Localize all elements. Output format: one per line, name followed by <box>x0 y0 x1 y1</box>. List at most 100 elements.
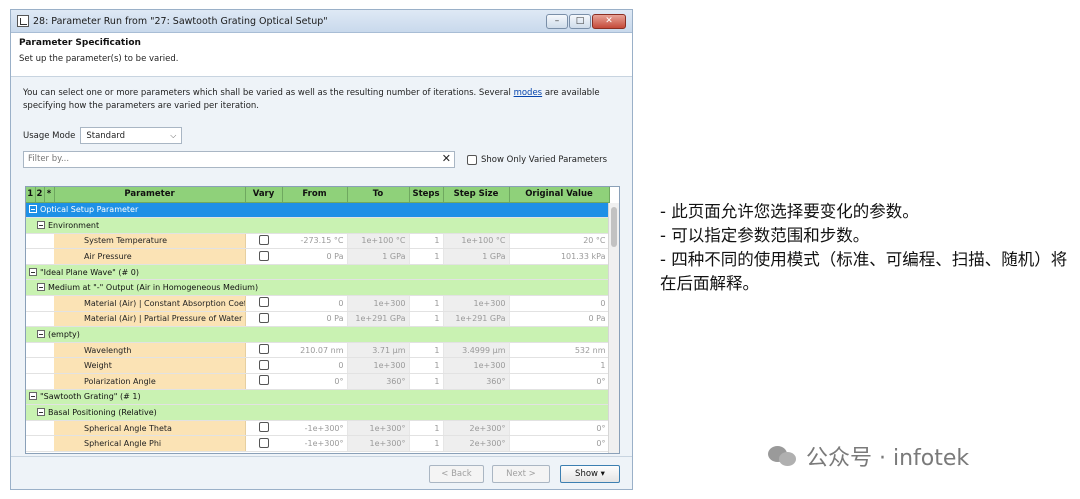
col-header-from[interactable]: From <box>282 187 348 203</box>
group-cell[interactable]: (empty) <box>26 326 609 343</box>
maximize-button[interactable]: □ <box>569 14 591 29</box>
collapse-icon[interactable] <box>37 283 45 292</box>
table-row[interactable]: Weight 0 1e+300 1 1e+300 1 <box>26 357 610 375</box>
back-button[interactable]: < Back <box>429 465 484 483</box>
table-group-row[interactable]: Basal Positioning (Relative) <box>26 404 609 421</box>
steps-value[interactable]: 1 <box>409 435 444 452</box>
to-value[interactable]: 1 GPa <box>347 248 410 265</box>
step-size-value[interactable]: 3.4999 µm <box>443 342 510 359</box>
col-header-star[interactable]: * <box>44 187 55 203</box>
modes-link[interactable]: modes <box>514 88 543 98</box>
next-button[interactable]: Next > <box>492 465 550 483</box>
step-size-value[interactable]: 360° <box>443 373 510 390</box>
col-header-parameter[interactable]: Parameter <box>54 187 246 203</box>
vary-checkbox[interactable] <box>258 344 269 355</box>
close-button[interactable]: ✕ <box>592 14 626 29</box>
vary-cell[interactable] <box>245 373 282 390</box>
vary-cell[interactable] <box>245 435 282 452</box>
collapse-icon[interactable] <box>29 205 37 214</box>
from-value[interactable]: -273.15 °C <box>282 233 348 250</box>
collapse-icon[interactable] <box>37 330 45 339</box>
steps-value[interactable]: 1 <box>409 357 444 375</box>
step-size-value[interactable]: 1 GPa <box>443 248 510 265</box>
from-value[interactable]: 0 Pa <box>282 311 348 328</box>
vary-cell[interactable] <box>245 420 282 437</box>
collapse-icon[interactable] <box>29 267 37 276</box>
group-cell[interactable]: Basal Positioning (Relative) <box>26 404 609 421</box>
table-row[interactable]: Wavelength 210.07 nm 3.71 µm 1 3.4999 µm 532 … <box>26 342 610 359</box>
checkbox-icon[interactable] <box>467 154 477 165</box>
table-row-selected[interactable]: Optical Setup Parameter <box>26 202 609 219</box>
steps-value[interactable]: 1 <box>409 295 444 312</box>
to-value[interactable]: 1e+300° <box>347 420 410 437</box>
steps-value[interactable]: 1 <box>409 311 444 328</box>
from-value[interactable]: 0 <box>282 357 348 375</box>
col-header-to[interactable]: To <box>347 187 410 203</box>
group-cell[interactable]: "Sawtooth Grating" (# 1) <box>26 389 609 406</box>
step-size-value[interactable]: 2e+300° <box>443 420 510 437</box>
group-cell[interactable]: "Ideal Plane Wave" (# 0) <box>26 264 609 281</box>
col-header-original-value[interactable]: Original Value <box>509 187 610 203</box>
vary-checkbox[interactable] <box>258 359 269 370</box>
table-group-row[interactable]: (empty) <box>26 326 609 343</box>
from-value[interactable]: 0 Pa <box>282 248 348 265</box>
show-button[interactable]: Show ▾ <box>560 465 620 483</box>
from-value[interactable]: 0° <box>282 373 348 390</box>
vary-checkbox[interactable] <box>258 250 269 261</box>
vary-checkbox[interactable] <box>258 297 269 308</box>
table-row[interactable]: Spherical Angle Theta -1e+300° 1e+300° 1 2e+… <box>26 420 610 437</box>
col-header-2[interactable]: 2 <box>35 187 45 203</box>
show-only-varied-checkbox[interactable]: Show Only Varied Parameters <box>467 154 607 165</box>
to-value[interactable]: 1e+300 <box>347 357 410 375</box>
steps-value[interactable]: 1 <box>409 373 444 390</box>
to-value[interactable]: 3.71 µm <box>347 342 410 359</box>
vary-cell[interactable] <box>245 295 282 312</box>
to-value[interactable]: 1e+300° <box>347 435 410 452</box>
col-header-steps[interactable]: Steps <box>409 187 444 203</box>
to-value[interactable]: 1e+291 GPa <box>347 311 410 328</box>
scrollbar-thumb[interactable] <box>611 207 617 247</box>
from-value[interactable]: 0 <box>282 295 348 312</box>
step-size-value[interactable]: 2e+300° <box>443 435 510 452</box>
table-row[interactable]: Spherical Angle Phi -1e+300° 1e+300° 1 2e+30… <box>26 435 610 452</box>
table-group-row[interactable]: "Ideal Plane Wave" (# 0) <box>26 264 609 281</box>
vary-checkbox[interactable] <box>258 437 269 448</box>
from-value[interactable]: -1e+300° <box>282 435 348 452</box>
steps-value[interactable]: 1 <box>409 342 444 359</box>
from-value[interactable]: -1e+300° <box>282 420 348 437</box>
group-cell[interactable]: Environment <box>26 217 609 234</box>
steps-value[interactable]: 1 <box>409 248 444 265</box>
vary-checkbox[interactable] <box>258 375 269 386</box>
usage-mode-select[interactable]: Standard ⌵ <box>80 127 183 144</box>
steps-value[interactable]: 1 <box>409 233 444 250</box>
vary-cell[interactable] <box>245 233 282 250</box>
step-size-value[interactable]: 1e+291 GPa <box>443 311 510 328</box>
steps-value[interactable]: 1 <box>409 420 444 437</box>
table-row[interactable]: System Temperature -273.15 °C 1e+100 °C 1 1e… <box>26 233 610 250</box>
vary-cell[interactable] <box>245 311 282 328</box>
filter-input[interactable] <box>28 154 428 164</box>
collapse-icon[interactable] <box>37 408 45 417</box>
table-group-row[interactable]: Medium at "-" Output (Air in Homogeneous… <box>26 279 609 297</box>
vary-checkbox[interactable] <box>258 312 269 323</box>
table-group-row[interactable]: Environment <box>26 217 609 234</box>
vary-cell[interactable] <box>245 248 282 265</box>
col-header-vary[interactable]: Vary <box>245 187 283 203</box>
table-row[interactable]: Material (Air) | Partial Pressure of Wat… <box>26 311 610 328</box>
table-row[interactable]: Material (Air) | Constant Absorption Coe… <box>26 295 610 312</box>
table-group-row[interactable]: "Sawtooth Grating" (# 1) <box>26 389 609 406</box>
to-value[interactable]: 1e+100 °C <box>347 233 410 250</box>
collapse-icon[interactable] <box>37 220 45 229</box>
minimize-button[interactable]: – <box>546 14 568 29</box>
title-bar[interactable]: 28: Parameter Run from "27: Sawtooth Gra… <box>11 10 632 33</box>
col-header-step-size[interactable]: Step Size <box>443 187 510 203</box>
vary-cell[interactable] <box>245 342 282 359</box>
filter-field[interactable]: ✕ <box>23 151 455 168</box>
to-value[interactable]: 1e+300 <box>347 295 410 312</box>
table-row[interactable]: Polarization Angle 0° 360° 1 360° 0° <box>26 373 610 390</box>
step-size-value[interactable]: 1e+100 °C <box>443 233 510 250</box>
vary-cell[interactable] <box>245 357 282 375</box>
step-size-value[interactable]: 1e+300 <box>443 295 510 312</box>
to-value[interactable]: 360° <box>347 373 410 390</box>
from-value[interactable]: 210.07 nm <box>282 342 348 359</box>
